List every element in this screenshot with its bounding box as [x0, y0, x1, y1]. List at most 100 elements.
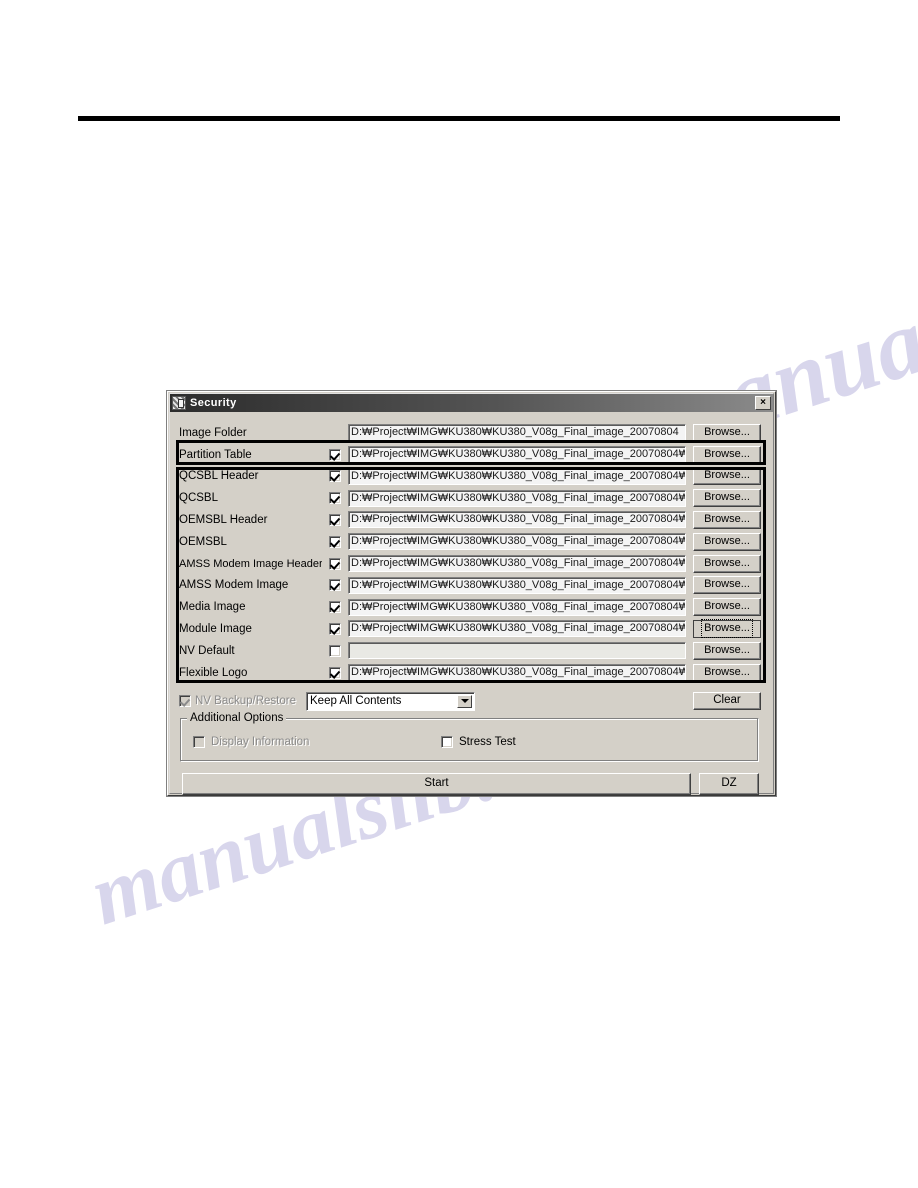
file-row-browse-label: Browse...: [704, 534, 750, 547]
file-row-browse-label: Browse...: [704, 512, 750, 525]
file-row-label: Partition Table: [179, 448, 252, 461]
file-row: AMSS Modem Image Header D:₩Project₩IMG₩KU…: [170, 553, 769, 574]
stress-test-option[interactable]: Stress Test: [441, 736, 516, 748]
file-row-path-input[interactable]: D:₩Project₩IMG₩KU380₩KU380_V08g_Final_im…: [348, 467, 686, 485]
image-folder-browse-label: Browse...: [704, 425, 750, 438]
stress-test-label: Stress Test: [459, 736, 516, 748]
file-row-label: QCSBL Header: [179, 470, 259, 483]
file-row-browse-label: Browse...: [704, 643, 750, 656]
file-row-browse-label: Browse...: [704, 469, 750, 482]
chevron-down-icon[interactable]: [457, 694, 472, 708]
file-row-checkbox-cell: [322, 601, 348, 614]
dz-button[interactable]: DZ: [699, 773, 759, 795]
file-row-browse-label: Browse...: [704, 578, 750, 591]
file-row-browse-label: Browse...: [704, 556, 750, 569]
clear-button[interactable]: Clear: [693, 692, 761, 710]
display-information-label: Display Information: [211, 736, 310, 748]
nv-backup-label: NV Backup/Restore: [195, 695, 296, 707]
file-row-path-input[interactable]: D:₩Project₩IMG₩KU380₩KU380_V08g_Final_im…: [348, 664, 686, 681]
file-row-browse-button[interactable]: Browse...: [693, 663, 761, 682]
file-row-checkbox[interactable]: [329, 557, 341, 570]
file-row-browse-label: Browse...: [704, 600, 750, 613]
file-row-label: OEMSBL Header: [179, 513, 268, 526]
display-information-option[interactable]: Display Information: [193, 736, 309, 748]
file-row-checkbox-cell: [322, 535, 348, 548]
file-row-browse-button[interactable]: Browse...: [693, 467, 761, 486]
file-row-path-input[interactable]: D:₩Project₩IMG₩KU380₩KU380_V08g_Final_im…: [348, 489, 686, 507]
file-row-checkbox[interactable]: [329, 492, 341, 505]
dialog-client-area: Image Folder D:₩Project₩IMG₩KU380₩KU380_…: [170, 414, 773, 795]
file-row-checkbox[interactable]: [329, 579, 341, 592]
display-information-checkbox[interactable]: [193, 736, 205, 748]
file-row: AMSS Modem Image D:₩Project₩IMG₩KU380₩KU3…: [170, 575, 769, 596]
file-row-label: AMSS Modem Image Header: [179, 557, 322, 570]
file-row-path-input[interactable]: D:₩Project₩IMG₩KU380₩KU380_V08g_Final_im…: [348, 446, 686, 463]
file-row-checkbox[interactable]: [329, 666, 341, 679]
file-row-checkbox-cell: [322, 513, 348, 526]
window-title: Security: [190, 397, 237, 409]
file-row-path-input[interactable]: D:₩Project₩IMG₩KU380₩KU380_V08g_Final_im…: [348, 555, 686, 572]
page-header-rule: [78, 116, 840, 121]
file-row-checkbox-cell: [322, 644, 348, 657]
file-row-browse-label: Browse...: [704, 447, 750, 460]
file-row-browse-button[interactable]: Browse...: [693, 510, 761, 529]
file-row-label: Media Image: [179, 601, 246, 614]
file-row-checkbox-cell: [322, 579, 348, 592]
file-row-path-input[interactable]: D:₩Project₩IMG₩KU380₩KU380_V08g_Final_im…: [348, 598, 686, 616]
file-row-path-input[interactable]: D:₩Project₩IMG₩KU380₩KU380_V08g_Final_im…: [348, 511, 686, 529]
file-row-path-input[interactable]: D:₩Project₩IMG₩KU380₩KU380_V08g_Final_im…: [348, 576, 686, 594]
file-row-checkbox[interactable]: [329, 535, 341, 548]
file-row-path-input[interactable]: [348, 642, 686, 660]
file-row: Flexible Logo D:₩Project₩IMG₩KU380₩KU380_…: [170, 662, 769, 683]
file-row-checkbox[interactable]: [329, 622, 341, 635]
file-row-checkbox-cell: [322, 622, 348, 635]
image-folder-label: Image Folder: [179, 426, 247, 439]
file-row-browse-button[interactable]: Browse...: [693, 445, 761, 464]
nv-mode-select[interactable]: Keep All Contents: [306, 691, 475, 711]
stress-test-checkbox[interactable]: [441, 736, 453, 748]
file-row-checkbox[interactable]: [329, 644, 341, 657]
image-folder-input[interactable]: D:₩Project₩IMG₩KU380₩KU380_V08g_Final_im…: [348, 424, 686, 441]
file-row-browse-button[interactable]: Browse...: [693, 598, 761, 617]
close-icon[interactable]: ×: [755, 396, 771, 410]
file-row-checkbox-cell: [322, 470, 348, 483]
file-row: QCSBL Header D:₩Project₩IMG₩KU380₩KU380_V…: [170, 466, 769, 487]
file-row: NV Default Browse...: [170, 640, 769, 661]
file-row: Partition Table D:₩Project₩IMG₩KU380₩KU38…: [170, 444, 769, 465]
file-row-checkbox[interactable]: [329, 601, 341, 614]
file-row-checkbox[interactable]: [329, 470, 341, 483]
file-row-path-input[interactable]: D:₩Project₩IMG₩KU380₩KU380_V08g_Final_im…: [348, 620, 686, 638]
nv-backup-row: NV Backup/Restore Keep All Contents Clea…: [170, 690, 769, 712]
start-button[interactable]: Start: [182, 773, 691, 795]
file-row-checkbox-cell: [322, 448, 348, 461]
file-row-label: QCSBL: [179, 492, 218, 505]
file-row: Module Image D:₩Project₩IMG₩KU380₩KU380_V…: [170, 618, 769, 639]
nv-backup-checkbox[interactable]: [179, 695, 191, 707]
file-row-browse-label: Browse...: [704, 491, 750, 504]
file-row-label: AMSS Modem Image: [179, 579, 289, 592]
file-row-browse-button[interactable]: Browse...: [693, 532, 761, 551]
nv-mode-selected-value: Keep All Contents: [310, 695, 402, 707]
additional-options-group: Additional Options Display Information S…: [180, 712, 759, 762]
file-row-checkbox[interactable]: [329, 513, 341, 526]
file-row-browse-button[interactable]: Browse...: [693, 489, 761, 508]
file-row: QCSBL D:₩Project₩IMG₩KU380₩KU380_V08g_Fin…: [170, 488, 769, 509]
image-folder-browse-button[interactable]: Browse...: [693, 423, 761, 442]
file-row: OEMSBL D:₩Project₩IMG₩KU380₩KU380_V08g_Fi…: [170, 531, 769, 552]
file-row-label: OEMSBL: [179, 535, 227, 548]
file-row-label: Flexible Logo: [179, 666, 248, 679]
file-row-browse-button[interactable]: Browse...: [693, 554, 761, 573]
file-row-browse-button[interactable]: Browse...: [693, 641, 761, 660]
dialog-titlebar[interactable]: Security ×: [170, 394, 773, 412]
file-row-checkbox-cell: [322, 666, 348, 679]
additional-options-legend: Additional Options: [187, 712, 287, 724]
file-row-label: NV Default: [179, 644, 235, 657]
file-row-browse-button[interactable]: Browse...: [693, 576, 761, 595]
file-row-path-input[interactable]: D:₩Project₩IMG₩KU380₩KU380_V08g_Final_im…: [348, 533, 686, 551]
file-row-checkbox-cell: [322, 492, 348, 505]
app-icon: [172, 396, 186, 410]
security-dialog: Security × Image Folder D:₩Project₩IMG₩K…: [167, 391, 776, 796]
file-row-browse-button[interactable]: Browse...: [693, 618, 761, 638]
file-row-checkbox[interactable]: [329, 448, 341, 461]
file-row: OEMSBL Header D:₩Project₩IMG₩KU380₩KU380_…: [170, 509, 769, 530]
